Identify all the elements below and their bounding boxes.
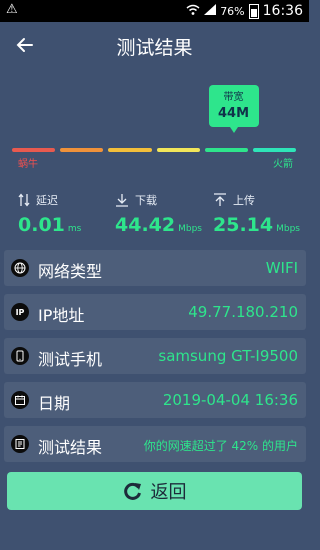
- upload-icon: [214, 193, 226, 206]
- latency-unit: ms: [67, 224, 82, 234]
- ip-address-value: 49.77.180.210: [188, 303, 298, 321]
- globe-icon: [11, 259, 29, 277]
- network-type-row: 网络类型 WIFI: [4, 250, 306, 286]
- scale-segment: [156, 148, 200, 152]
- page-title: 测试结果: [116, 37, 193, 59]
- header: 测试结果: [0, 22, 309, 70]
- download-metric: 下载 44.42 Mbps: [115, 192, 202, 236]
- upload-metric: 上传 25.14 Mbps: [213, 192, 300, 236]
- speed-pointer: [229, 127, 238, 133]
- result-list-icon: [11, 435, 29, 453]
- network-type-value: WIFI: [265, 259, 298, 277]
- warning-icon: ⚠: [6, 2, 18, 17]
- scale-segment: [108, 148, 152, 152]
- download-value: 44.42: [115, 214, 176, 236]
- scale-segment: [252, 148, 297, 152]
- test-phone-label: 测试手机: [38, 350, 103, 369]
- date-row: 日期 2019-04-04 16:36: [4, 382, 306, 418]
- scale-segment: [204, 148, 248, 152]
- upload-label: 上传: [233, 194, 255, 207]
- wifi-icon: [186, 4, 200, 19]
- latency-value: 0.01: [18, 214, 65, 236]
- test-result-label: 测试结果: [38, 438, 103, 457]
- svg-text:IP: IP: [16, 308, 25, 317]
- speed-badge-label: 带宽: [223, 92, 244, 103]
- download-label: 下载: [135, 194, 157, 207]
- network-type-label: 网络类型: [38, 262, 103, 281]
- download-unit: Mbps: [178, 224, 202, 234]
- test-phone-row: 测试手机 samsung GT-I9500: [4, 338, 306, 374]
- speed-scale: [12, 148, 297, 152]
- upload-value: 25.14: [213, 214, 274, 236]
- latency-label: 延迟: [36, 194, 58, 207]
- date-value: 2019-04-04 16:36: [162, 391, 298, 409]
- test-phone-value: samsung GT-I9500: [158, 347, 298, 365]
- upload-unit: Mbps: [276, 224, 300, 234]
- calendar-icon: [11, 391, 29, 409]
- return-button-label: 返回: [150, 482, 187, 503]
- phone-icon: [11, 347, 29, 365]
- clock: 16:36: [262, 3, 303, 19]
- battery-percent: 76%: [220, 4, 245, 18]
- return-button[interactable]: 返回: [7, 472, 302, 510]
- latency-arrows-icon: [18, 193, 30, 207]
- ip-address-label: IP地址: [38, 306, 85, 325]
- ip-address-row: IP IP地址 49.77.180.210: [4, 294, 306, 330]
- ip-icon: IP: [11, 303, 29, 321]
- status-bar: ⚠ 76% 16:36: [0, 0, 309, 22]
- scale-high-label: 火箭: [273, 159, 293, 170]
- speed-badge-value: 44M: [218, 106, 250, 121]
- test-result-row: 测试结果 你的网速超过了 42% 的用户: [4, 426, 306, 462]
- date-label: 日期: [38, 394, 71, 413]
- latency-metric: 延迟 0.01 ms: [18, 192, 81, 236]
- status-icons: 76% 16:36: [186, 0, 303, 22]
- download-icon: [116, 194, 128, 207]
- test-result-value: 你的网速超过了 42% 的用户: [143, 439, 298, 453]
- scale-low-label: 蜗牛: [18, 159, 38, 170]
- signal-icon: [204, 4, 217, 18]
- scale-segment: [60, 148, 104, 152]
- scale-segment: [12, 148, 56, 152]
- battery-icon: [248, 3, 259, 19]
- refresh-icon: [123, 482, 141, 500]
- speed-badge: 带宽 44M: [208, 85, 259, 127]
